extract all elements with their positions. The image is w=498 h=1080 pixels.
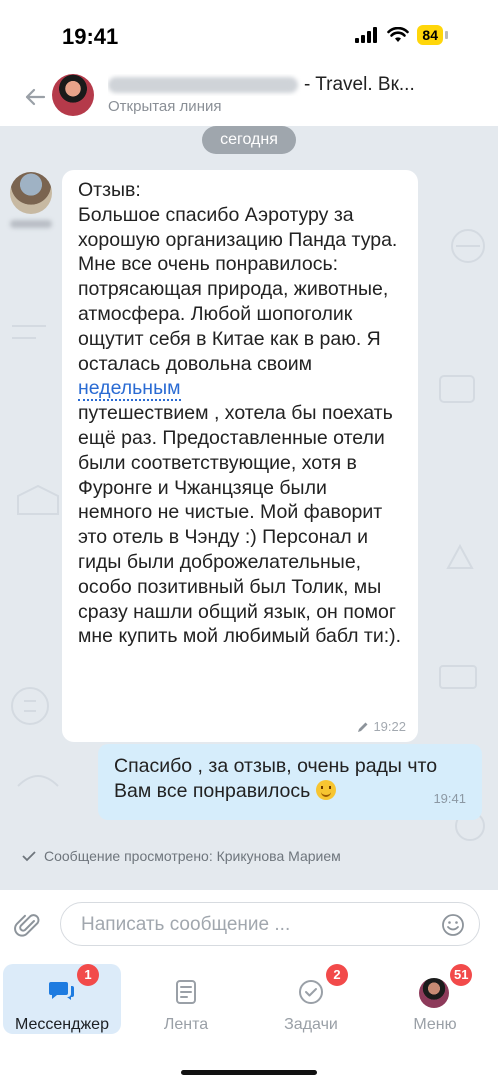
read-receipt: Сообщение просмотрено: Крикунова Марием bbox=[22, 848, 341, 864]
message-text-part: путешествием , хотела бы поехать ещё раз… bbox=[78, 402, 402, 648]
incoming-message-text: Отзыв: Большое спасибо Аэротуру за хорош… bbox=[78, 178, 404, 649]
outgoing-message[interactable]: Спасибо , за отзыв, очень рады что Вам в… bbox=[98, 744, 482, 820]
chat-header: - Travel. Вк... Открытая линия bbox=[0, 70, 498, 126]
sender-name-blurred bbox=[10, 220, 52, 228]
tab-label: Задачи bbox=[284, 1016, 338, 1033]
chat-title-suffix: - Travel. Вк... bbox=[304, 74, 415, 95]
read-receipt-text: Сообщение просмотрено: Крикунова Марием bbox=[44, 848, 341, 864]
outgoing-message-text: Спасибо , за отзыв, очень рады что Вам в… bbox=[114, 754, 468, 804]
battery-indicator: 84 bbox=[417, 25, 443, 45]
emoji-picker-icon[interactable] bbox=[441, 913, 465, 937]
incoming-message-time: 19:22 bbox=[373, 719, 406, 734]
user-avatar bbox=[419, 978, 449, 1008]
chat-subtitle: Открытая линия bbox=[108, 98, 222, 115]
tab-menu[interactable]: 51 Меню bbox=[376, 964, 494, 1034]
message-text-part: Отзыв: Большое спасибо Аэротуру за хорош… bbox=[78, 179, 398, 375]
incoming-message[interactable]: Отзыв: Большое спасибо Аэротуру за хорош… bbox=[62, 170, 418, 742]
home-indicator bbox=[181, 1070, 317, 1075]
wifi-icon bbox=[387, 27, 410, 42]
tab-tasks[interactable]: 2 Задачи bbox=[252, 964, 370, 1034]
messenger-badge: 1 bbox=[77, 964, 99, 986]
chat-title[interactable]: - Travel. Вк... bbox=[108, 74, 458, 96]
back-arrow-icon[interactable] bbox=[22, 84, 48, 110]
messenger-icon bbox=[49, 982, 74, 1000]
tab-label: Лента bbox=[163, 1016, 209, 1033]
edited-pencil-icon bbox=[358, 722, 368, 732]
blurred-contact-name bbox=[108, 76, 298, 93]
status-icons: 84 bbox=[355, 25, 448, 45]
smile-emoji-icon bbox=[315, 779, 336, 800]
message-input-container[interactable] bbox=[60, 902, 480, 946]
bottom-tab-bar: 1 Мессенджер Лента 2 Задачи 51 Меню bbox=[0, 960, 498, 1080]
tab-label: Меню bbox=[413, 1016, 457, 1033]
tasks-badge: 2 bbox=[326, 964, 348, 986]
menu-badge: 51 bbox=[450, 964, 473, 986]
signal-icon bbox=[355, 27, 378, 43]
message-input-bar bbox=[0, 890, 498, 960]
feed-icon bbox=[176, 980, 196, 1004]
outgoing-message-time: 19:41 bbox=[433, 791, 466, 806]
tasks-icon bbox=[299, 980, 323, 1004]
contact-avatar[interactable] bbox=[52, 74, 94, 116]
check-icon bbox=[22, 851, 36, 862]
message-input[interactable] bbox=[79, 913, 423, 937]
battery-tip bbox=[445, 31, 448, 39]
tab-messenger[interactable]: 1 Мессенджер bbox=[3, 964, 121, 1034]
outgoing-text: Спасибо , за отзыв, очень рады что Вам в… bbox=[114, 755, 438, 802]
status-time: 19:41 bbox=[62, 24, 119, 49]
sender-avatar[interactable] bbox=[10, 172, 52, 214]
tab-feed[interactable]: Лента bbox=[127, 964, 245, 1034]
attach-clip-icon[interactable] bbox=[14, 912, 42, 940]
status-bar: 19:41 84 bbox=[0, 0, 498, 70]
chat-area[interactable]: сегодня Отзыв: Большое спасибо Аэротуру … bbox=[0, 126, 498, 890]
tab-label: Мессенджер bbox=[15, 1016, 109, 1033]
spellcheck-link[interactable]: недельным bbox=[78, 377, 181, 402]
incoming-message-meta: 19:22 bbox=[357, 719, 406, 734]
date-separator: сегодня bbox=[202, 126, 296, 154]
